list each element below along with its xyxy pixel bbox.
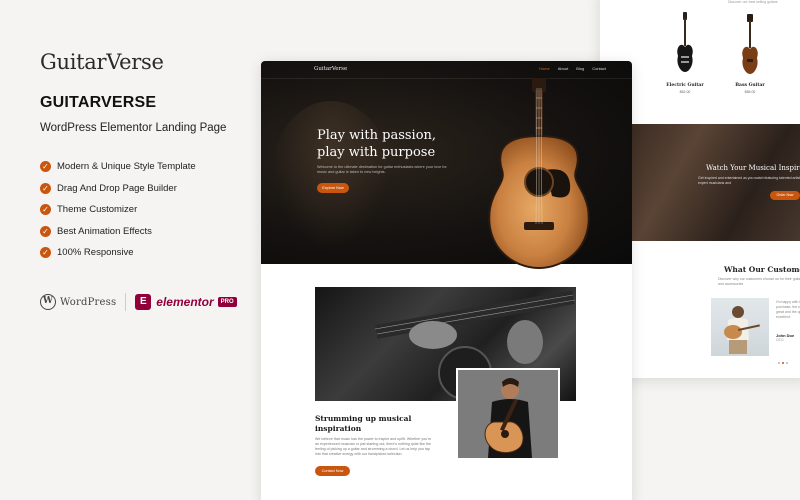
feature-item: ✓ 100% Responsive [40,242,250,264]
pro-badge: PRO [217,297,237,307]
hero-description: Welcome to the ultimate destination for … [317,165,447,174]
products-intro: Discover our best selling guitars [728,0,778,4]
carousel-dot[interactable] [778,362,780,364]
elementor-logo: E elementor PRO [135,294,237,310]
check-icon: ✓ [40,247,51,259]
section-description: We believe that music has the power to i… [315,437,432,456]
banner-title: Watch Your Musical Inspiration [706,164,800,172]
testimonials-title: What Our Customer Say [724,265,800,274]
logo-divider [125,293,127,311]
carousel-dot[interactable] [786,362,788,364]
explore-button[interactable]: Explore Now [317,183,349,193]
customer-guitar-image [724,306,760,354]
order-now-button[interactable]: Order Now [770,191,800,200]
nav-home[interactable]: Home [539,66,550,71]
check-icon: ✓ [40,161,51,173]
preview-navbar: GuitarVerse Home About Blog Contact [261,61,632,79]
elementor-icon: E [135,294,152,310]
feature-item: ✓ Drag And Drop Page Builder [40,178,250,200]
brand-logos: W WordPress E elementor PRO [40,293,237,311]
product-price: $65.00 [744,90,756,94]
testimonials-description: Discover why our customers choose us for… [718,277,800,286]
check-icon: ✓ [40,225,51,237]
feature-item: ✓ Modern & Unique Style Template [40,156,250,178]
video-banner: Watch Your Musical Inspiration Get inspi… [630,124,800,241]
check-icon: ✓ [40,204,51,216]
hero-section: GuitarVerse Home About Blog Contact Play… [261,61,632,270]
carousel-dots[interactable] [778,362,788,364]
preview-logo[interactable]: GuitarVerse [314,66,347,72]
product-title: GUITARVERSE [40,94,157,111]
guitar-player-silhouette [271,101,391,251]
feature-item: ✓ Theme Customizer [40,199,250,221]
wordpress-icon: W [40,294,56,310]
testimonial-photo [711,298,769,356]
guitarist-portrait [456,368,560,460]
contact-now-button[interactable]: Contact Now [315,466,350,476]
bass-guitar-image [742,14,758,74]
acoustic-guitar-image [488,78,590,270]
section-title: Strumming up musical inspiration [315,414,412,433]
nav-contact[interactable]: Contact [592,66,606,71]
product-name: Electric Guitar [666,83,704,88]
carousel-dot-active[interactable] [782,362,784,364]
guitarist-image [458,370,558,458]
testimonial-role: CEO [776,338,784,342]
banner-description: Get inspired and entertained as you watc… [698,176,800,185]
nav-blog[interactable]: Blog [576,66,584,71]
wordpress-logo: W WordPress [40,294,116,310]
product-name: Bass Guitar [735,83,765,88]
check-icon: ✓ [40,182,51,194]
site-logo: GuitarVerse [40,50,164,74]
electric-guitar-image [677,12,693,72]
preview-menu: Home About Blog Contact [539,66,606,71]
nav-about[interactable]: About [558,66,568,71]
main-page-preview: GuitarVerse Home About Blog Contact Play… [261,61,632,500]
hero-title: Play with passion, play with purpose [317,128,437,160]
product-subtitle: WordPress Elementor Landing Page [40,122,227,134]
feature-list: ✓ Modern & Unique Style Template ✓ Drag An… [40,156,250,264]
info-panel: GuitarVerse GUITARVERSE WordPress Elemen… [40,50,250,264]
feature-item: ✓ Best Animation Effects [40,221,250,243]
product-price: $62.00 [679,90,691,94]
testimonial-quote: I'm happy with the purchase, the sound i… [776,300,800,319]
